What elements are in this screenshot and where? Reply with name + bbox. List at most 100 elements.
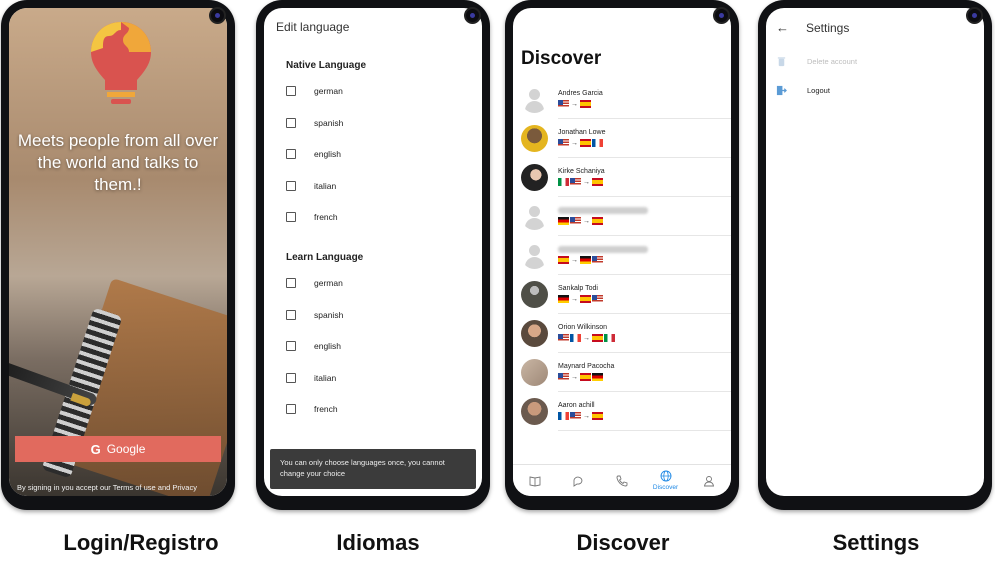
checkbox[interactable]	[286, 309, 296, 320]
checkbox[interactable]	[286, 149, 296, 160]
checkbox[interactable]	[286, 372, 296, 383]
user-info: Sankalp Todi →	[558, 275, 731, 314]
checkbox[interactable]	[286, 404, 296, 415]
user-list-item[interactable]: Maynard Pacocha →	[521, 353, 731, 392]
user-info: Maynard Pacocha →	[558, 353, 731, 392]
caption-settings: Settings	[832, 530, 920, 555]
google-signin-button[interactable]: G Google	[15, 436, 221, 462]
language-flags: →	[558, 334, 731, 342]
native-language-option[interactable]: english	[286, 149, 341, 160]
fr-flag-icon	[558, 412, 569, 420]
language-label: spanish	[314, 117, 344, 128]
language-flags: →	[558, 217, 731, 225]
caption-login: Login/Registro	[63, 530, 219, 555]
book-icon	[529, 475, 541, 486]
native-language-option[interactable]: french	[286, 212, 338, 223]
chat-bubble-icon	[573, 476, 583, 487]
checkbox[interactable]	[286, 341, 296, 352]
es-flag-icon	[592, 178, 603, 186]
checkbox[interactable]	[286, 212, 296, 223]
avatar	[521, 125, 548, 152]
us-flag-icon	[592, 295, 603, 303]
learn-language-option[interactable]: french	[286, 404, 338, 415]
es-flag-icon	[558, 256, 569, 264]
learn-language-option[interactable]: english	[286, 341, 341, 352]
us-flag-icon	[570, 412, 581, 420]
learn-language-option[interactable]: spanish	[286, 309, 344, 320]
nav-discover-label: Discover	[652, 484, 679, 491]
user-list-item[interactable]: Orion Wilkinson →	[521, 314, 731, 353]
es-flag-icon	[580, 373, 591, 381]
checkbox[interactable]	[286, 117, 296, 128]
trash-icon	[777, 57, 786, 67]
delete-account-item[interactable]: Delete account	[776, 56, 857, 67]
language-label: italian	[314, 372, 337, 383]
us-flag-icon	[570, 217, 581, 225]
us-flag-icon	[558, 334, 569, 342]
nav-book[interactable]	[515, 475, 555, 487]
back-arrow-icon[interactable]: ←	[776, 20, 789, 35]
login-screen: Meets people from all over the world and…	[9, 8, 227, 496]
learn-language-option[interactable]: italian	[286, 372, 337, 383]
avatar	[521, 86, 548, 113]
native-language-option[interactable]: german	[286, 86, 343, 96]
avatar	[521, 320, 548, 347]
language-flags: →	[558, 178, 731, 186]
user-info: →	[558, 236, 731, 275]
es-flag-icon	[580, 139, 591, 147]
de-flag-icon	[592, 373, 603, 381]
front-camera	[464, 7, 481, 24]
user-name: Kirke Schaniya	[558, 168, 605, 175]
user-list-item[interactable]: Sankalp Todi →	[521, 275, 731, 314]
us-flag-icon	[570, 178, 581, 186]
nav-chats[interactable]	[558, 475, 598, 487]
user-list-item[interactable]: Jonathan Lowe →	[521, 119, 731, 158]
settings-title: Settings	[806, 21, 850, 35]
native-language-option[interactable]: italian	[286, 180, 336, 191]
delete-account-label: Delete account	[807, 57, 858, 66]
language-flags: →	[558, 373, 731, 381]
learn-language-option[interactable]: german	[286, 278, 343, 288]
checkbox[interactable]	[286, 180, 296, 191]
user-list-item[interactable]: →	[521, 197, 731, 236]
user-name: Jonathan Lowe	[558, 129, 606, 136]
language-label: german	[314, 86, 343, 96]
terms-text[interactable]: By signing in you accept our Terms of us…	[17, 483, 221, 492]
user-name: Sankalp Todi	[558, 285, 598, 292]
user-list-item[interactable]: Kirke Schaniya →	[521, 158, 731, 197]
nav-discover[interactable]: Discover	[646, 470, 686, 491]
checkbox[interactable]	[286, 86, 296, 96]
nav-calls[interactable]	[602, 475, 642, 487]
user-list-item[interactable]: Andres Garcia →	[521, 80, 731, 119]
front-camera	[209, 7, 226, 24]
caption-discover: Discover	[576, 530, 670, 555]
user-info: Andres Garcia →	[558, 80, 731, 119]
avatar	[521, 398, 548, 425]
native-language-option[interactable]: spanish	[286, 117, 344, 128]
logout-item[interactable]: Logout	[776, 85, 830, 96]
google-icon: G	[90, 441, 101, 457]
arrow-right-icon: →	[571, 256, 578, 264]
user-list-item[interactable]: Aaron achill →	[521, 392, 731, 431]
learn-language-title: Learn Language	[286, 252, 364, 263]
phone-languages: Edit language Native Language german span…	[256, 0, 490, 510]
front-camera	[713, 7, 730, 24]
arrow-right-icon: →	[583, 178, 590, 186]
user-name: Orion Wilkinson	[558, 324, 608, 331]
lightbulb-puzzle-logo-icon	[91, 22, 151, 104]
user-list-item[interactable]: →	[521, 236, 731, 275]
app-showcase: Meets people from all over the world and…	[0, 0, 995, 562]
discover-screen: Discover Andres Garcia → Jonathan Lowe → Kir…	[513, 8, 731, 496]
user-name: Maynard Pacocha	[558, 363, 615, 370]
checkbox[interactable]	[286, 278, 296, 288]
native-language-title: Native Language	[286, 60, 367, 71]
nav-profile[interactable]	[689, 475, 729, 487]
avatar	[521, 281, 548, 308]
avatar	[521, 242, 548, 269]
language-label: spanish	[314, 309, 344, 320]
es-flag-icon	[580, 100, 591, 108]
us-flag-icon	[558, 100, 569, 108]
settings-screen: ← Settings Delete account Logout	[766, 8, 984, 496]
globe-icon	[660, 470, 672, 482]
us-flag-icon	[558, 139, 569, 147]
